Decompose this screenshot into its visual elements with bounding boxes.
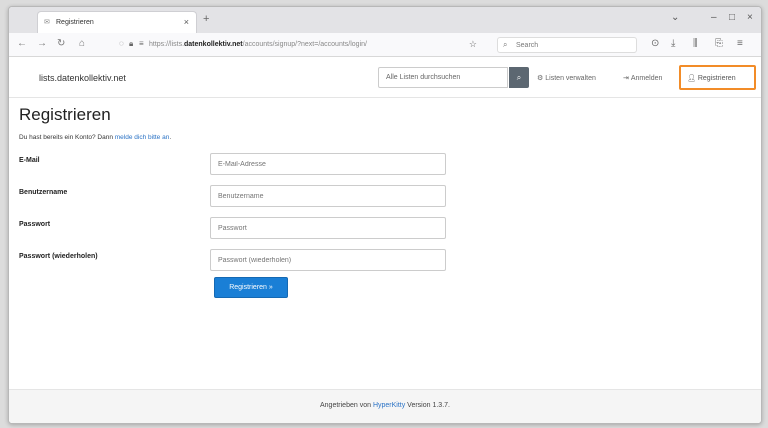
bookmark-star-icon[interactable]: ☆ — [469, 39, 477, 50]
new-tab-icon[interactable]: + — [203, 13, 209, 25]
tab-bar: ✉ Registrieren × + ⌄ – □ × — [9, 7, 761, 33]
email-field[interactable] — [210, 153, 446, 175]
tracking-shield-icon[interactable]: ◌ — [119, 39, 124, 48]
page-content: lists.datenkollektiv.net Alle Listen dur… — [9, 58, 761, 423]
list-search-input[interactable]: Alle Listen durchsuchen — [378, 67, 508, 88]
search-icon: ⌕ — [516, 73, 522, 82]
back-icon[interactable]: ← — [17, 38, 27, 49]
password-repeat-row: Passwort (wiederholen) — [19, 249, 751, 281]
sign-in-icon: ⇥ — [623, 75, 629, 82]
forward-icon[interactable]: → — [37, 38, 47, 49]
manage-lists-link[interactable]: ⚙ Listen verwalten — [537, 74, 596, 82]
gear-icon: ⚙ — [537, 75, 544, 82]
username-field[interactable] — [210, 185, 446, 207]
email-row: E-Mail — [19, 153, 751, 185]
list-search-button[interactable]: ⌕ — [509, 67, 529, 88]
mail-icon: ✉ — [44, 19, 50, 26]
site-brand[interactable]: lists.datenkollektiv.net — [39, 73, 126, 83]
search-icon: ⌕ — [503, 40, 508, 49]
password-repeat-field[interactable] — [210, 249, 446, 271]
url-text: https://lists.datenkollektiv.net/account… — [149, 41, 367, 48]
site-header: lists.datenkollektiv.net Alle Listen dur… — [9, 58, 761, 98]
hyperkitty-link[interactable]: HyperKitty — [373, 402, 405, 409]
email-label: E-Mail — [19, 157, 40, 164]
tab-title: Registrieren — [56, 19, 94, 26]
permissions-icon[interactable]: ≡ — [139, 39, 144, 48]
page-title: Registrieren — [19, 105, 111, 124]
downloads-icon[interactable]: ⤓ — [671, 38, 675, 49]
register-submit-button[interactable]: Registrieren » — [214, 277, 288, 298]
library-icon[interactable]: ⫼ — [693, 38, 698, 49]
list-tabs-icon[interactable]: ⌄ — [671, 12, 679, 23]
reload-icon[interactable]: ↻ — [57, 38, 65, 49]
login-link[interactable]: ⇥ Anmelden — [623, 74, 662, 82]
password-repeat-label: Passwort (wiederholen) — [19, 253, 98, 260]
url-bar[interactable]: ◌ 🔒︎ ≡ https://lists.datenkollektiv.net/… — [119, 37, 483, 53]
login-hint-link[interactable]: melde dich bitte an — [115, 134, 170, 141]
register-link[interactable]: 👤︎ Registrieren — [679, 65, 756, 90]
login-hint: Du hast bereits ein Konto? Dann melde di… — [19, 134, 172, 141]
close-window-icon[interactable]: × — [747, 12, 753, 23]
navigation-bar: ← → ↻ ⌂ ◌ 🔒︎ ≡ https://lists.datenkollek… — [9, 33, 761, 57]
menu-icon[interactable]: ≡ — [737, 38, 743, 49]
extensions-icon[interactable]: ⎘ — [715, 38, 723, 49]
lock-icon[interactable]: 🔒︎ — [129, 39, 133, 49]
browser-window: ✉ Registrieren × + ⌄ – □ × ← → ↻ ⌂ ◌ 🔒︎ … — [8, 6, 762, 424]
page-footer: Angetrieben von HyperKitty Version 1.3.7… — [9, 389, 761, 423]
pocket-icon[interactable]: ⊙ — [651, 38, 659, 49]
register-form: Registrieren Du hast bereits ein Konto? … — [19, 99, 751, 298]
password-label: Passwort — [19, 221, 51, 228]
password-field[interactable] — [210, 217, 446, 239]
maximize-icon[interactable]: □ — [729, 12, 735, 23]
browser-search-input[interactable]: ⌕ Search — [497, 37, 637, 53]
password-row: Passwort — [19, 217, 751, 249]
user-plus-icon: 👤︎ — [687, 75, 696, 82]
minimize-icon[interactable]: – — [711, 12, 717, 23]
username-row: Benutzername — [19, 185, 751, 217]
browser-tab[interactable]: ✉ Registrieren × — [37, 11, 197, 33]
home-icon[interactable]: ⌂ — [79, 38, 85, 49]
username-label: Benutzername — [19, 189, 68, 196]
close-tab-icon[interactable]: × — [184, 17, 189, 27]
